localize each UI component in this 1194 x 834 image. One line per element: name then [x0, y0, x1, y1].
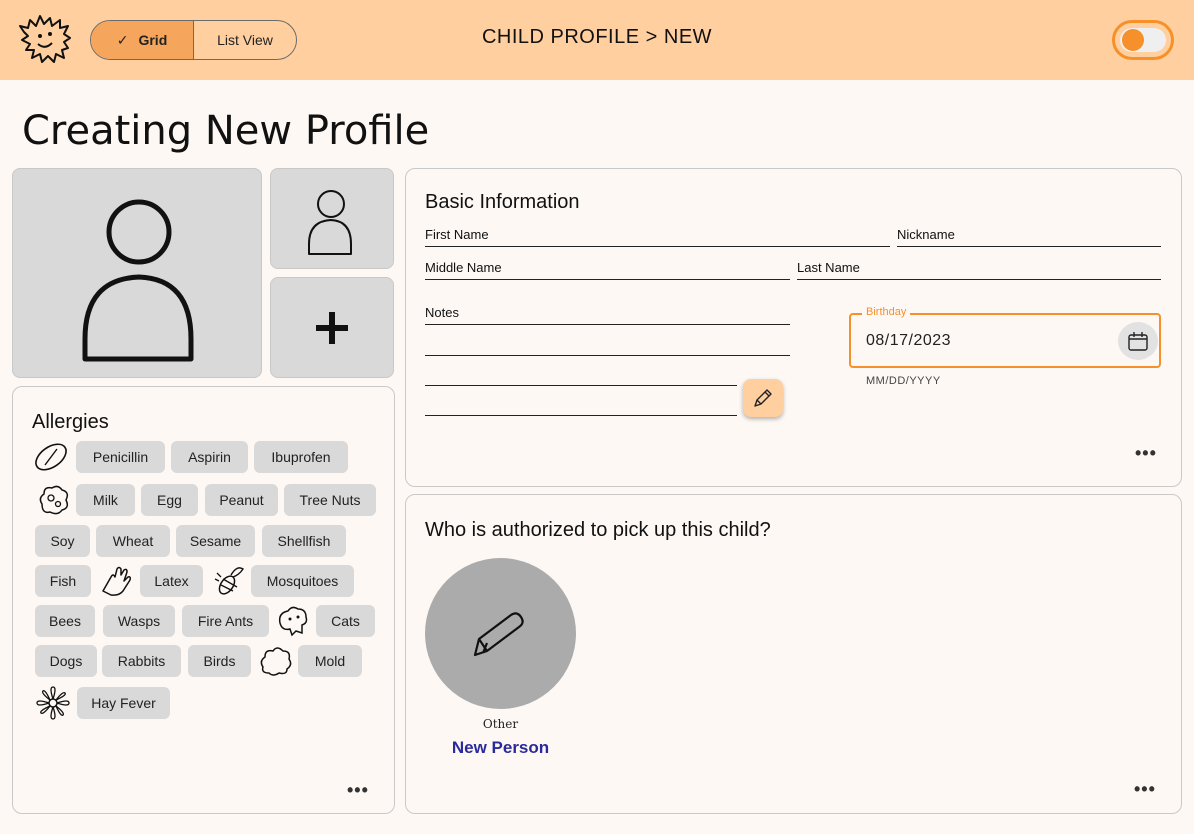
allergy-chip-hay-fever[interactable]: Hay Fever	[77, 687, 170, 719]
notes-field[interactable]	[425, 305, 790, 325]
main-photo-placeholder[interactable]	[12, 168, 262, 378]
allergies-title: Allergies	[32, 411, 109, 433]
page-title: Creating New Profile	[22, 108, 430, 154]
allergy-chip-sesame[interactable]: Sesame	[176, 525, 255, 557]
first-name-field[interactable]	[425, 227, 890, 247]
flower-icon	[36, 686, 70, 720]
allergy-chip-latex[interactable]: Latex	[140, 565, 203, 597]
nickname-field[interactable]	[897, 227, 1161, 247]
allergy-chip-birds[interactable]: Birds	[188, 645, 251, 677]
calendar-icon	[1128, 332, 1148, 351]
allergy-chip-milk[interactable]: Milk	[76, 484, 135, 516]
notes-line[interactable]	[425, 385, 737, 386]
pill-icon	[35, 443, 67, 471]
insect-icon	[214, 567, 244, 595]
allergy-chip-shellfish[interactable]: Shellfish	[262, 525, 346, 557]
allergy-chip-aspirin[interactable]: Aspirin	[171, 441, 248, 473]
person-icon	[308, 190, 352, 255]
allergy-chip-penicillin[interactable]: Penicillin	[76, 441, 165, 473]
add-photo-button[interactable]	[270, 277, 394, 378]
app-header: ✓ Grid List View CHILD PROFILE > NEW	[0, 0, 1194, 80]
glove-icon	[102, 566, 131, 596]
plus-icon	[316, 311, 348, 344]
notes-line[interactable]	[425, 415, 737, 416]
allergy-chip-fire-ants[interactable]: Fire Ants	[182, 605, 269, 637]
allergy-chip-rabbits[interactable]: Rabbits	[102, 645, 181, 677]
new-person-avatar[interactable]	[425, 558, 576, 709]
allergy-chip-dogs[interactable]: Dogs	[35, 645, 97, 677]
calendar-button[interactable]	[1118, 322, 1158, 360]
birthday-value[interactable]: 08/17/2023	[866, 332, 951, 350]
allergy-chip-egg[interactable]: Egg	[141, 484, 198, 516]
allergy-chip-bees[interactable]: Bees	[35, 605, 95, 637]
pencil-icon	[754, 389, 772, 407]
switch-knob	[1122, 29, 1144, 51]
pickup-more-button[interactable]: •••	[1134, 779, 1156, 800]
allergies-more-button[interactable]: •••	[347, 780, 369, 801]
allergy-chip-cats[interactable]: Cats	[316, 605, 375, 637]
notes-line[interactable]	[425, 355, 790, 356]
new-person-link[interactable]: New Person	[425, 738, 576, 758]
mold-icon	[260, 647, 292, 676]
birthday-label: Birthday	[862, 306, 911, 318]
edit-notes-button[interactable]	[743, 379, 783, 417]
breadcrumb-title: CHILD PROFILE > NEW	[481, 26, 713, 48]
birthday-format-hint: MM/DD/YYYY	[866, 375, 941, 387]
basic-info-title: Basic Information	[425, 191, 580, 213]
allergy-chip-wheat[interactable]: Wheat	[96, 525, 170, 557]
allergy-chip-peanut[interactable]: Peanut	[205, 484, 278, 516]
last-name-field[interactable]	[797, 260, 1161, 280]
allergy-chip-ibuprofen[interactable]: Ibuprofen	[254, 441, 348, 473]
food-icon	[39, 485, 69, 515]
switch-track	[1120, 28, 1166, 52]
basic-info-more-button[interactable]: •••	[1135, 443, 1157, 464]
allergy-chip-soy[interactable]: Soy	[35, 525, 90, 557]
allergy-chip-mosquitoes[interactable]: Mosquitoes	[251, 565, 354, 597]
allergy-chip-tree-nuts[interactable]: Tree Nuts	[284, 484, 376, 516]
photo-thumbnail[interactable]	[270, 168, 394, 269]
theme-switch[interactable]	[1112, 20, 1174, 60]
middle-name-field[interactable]	[425, 260, 790, 280]
pickup-title: Who is authorized to pick up this child?	[425, 519, 771, 541]
allergy-chip-wasps[interactable]: Wasps	[103, 605, 175, 637]
allergy-chip-fish[interactable]: Fish	[35, 565, 91, 597]
pencil-icon	[473, 611, 524, 656]
allergy-chip-mold[interactable]: Mold	[298, 645, 362, 677]
person-role: Other	[482, 717, 519, 731]
animal-icon	[278, 606, 308, 637]
person-icon	[82, 199, 194, 362]
